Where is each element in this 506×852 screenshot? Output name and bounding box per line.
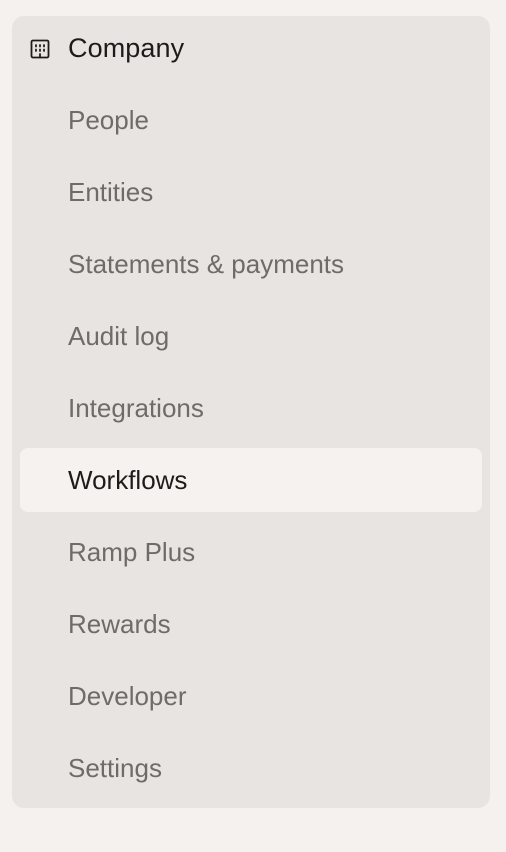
nav-item-settings[interactable]: Settings: [20, 736, 482, 800]
company-section-title: Company: [68, 33, 185, 63]
nav-item-people[interactable]: People: [20, 88, 482, 152]
nav-item-label: Rewards: [68, 609, 171, 639]
building-icon: [30, 39, 50, 59]
nav-item-developer[interactable]: Developer: [20, 664, 482, 728]
nav-item-label: Statements & payments: [68, 249, 345, 279]
company-section-header[interactable]: Company: [12, 16, 490, 80]
nav-item-audit-log[interactable]: Audit log: [20, 304, 482, 368]
nav-item-entities[interactable]: Entities: [20, 160, 482, 224]
nav-item-label: Settings: [68, 753, 162, 783]
company-nav-panel: Company People Entities Statements & payme…: [12, 16, 490, 808]
nav-item-label: Developer: [68, 681, 187, 711]
nav-item-rewards[interactable]: Rewards: [20, 592, 482, 656]
nav-item-label: Ramp Plus: [68, 537, 196, 567]
nav-item-label: Audit log: [68, 321, 170, 351]
nav-item-label: Entities: [68, 177, 154, 207]
nav-item-integrations[interactable]: Integrations: [20, 376, 482, 440]
nav-item-ramp-plus[interactable]: Ramp Plus: [20, 520, 482, 584]
nav-item-label: Workflows: [68, 465, 188, 495]
nav-item-workflows[interactable]: Workflows: [20, 448, 482, 512]
nav-item-label: Integrations: [68, 393, 204, 423]
nav-item-statements-payments[interactable]: Statements & payments: [20, 232, 482, 296]
nav-item-label: People: [68, 105, 149, 135]
